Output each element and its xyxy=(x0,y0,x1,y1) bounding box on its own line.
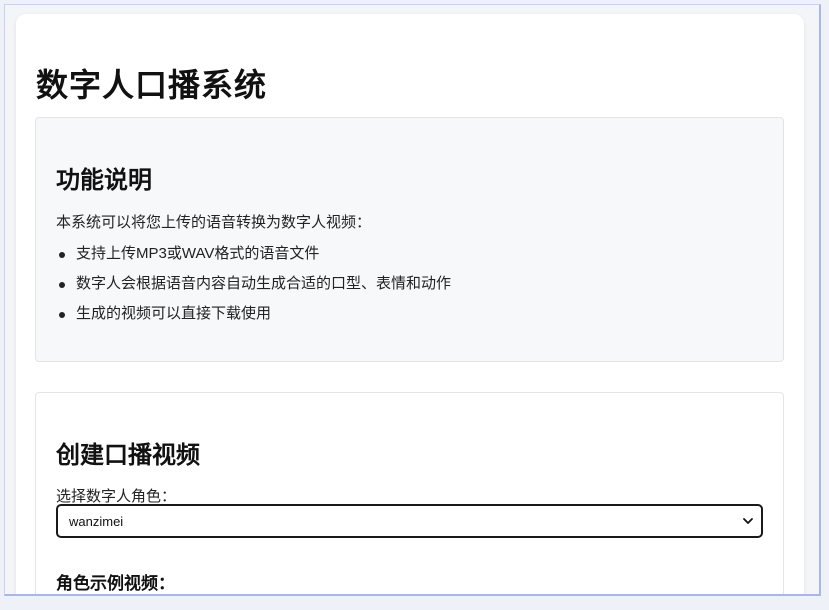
create-video-panel: 创建口播视频 选择数字人角色： wanzimei 角色示例视频： xyxy=(35,392,784,594)
page-title: 数字人口播系统 xyxy=(36,67,268,103)
role-select-value: wanzimei xyxy=(69,514,124,529)
feature-item: 数字人会根据语音内容自动生成合适的口型、表情和动作 xyxy=(56,274,451,304)
feature-item: 生成的视频可以直接下载使用 xyxy=(56,304,451,334)
create-title: 创建口播视频 xyxy=(56,442,200,469)
role-select-label: 选择数字人角色： xyxy=(56,488,177,505)
info-description: 本系统可以将您上传的语音转换为数字人视频： xyxy=(56,214,372,231)
role-select[interactable]: wanzimei xyxy=(56,504,763,538)
info-title: 功能说明 xyxy=(56,167,152,194)
feature-item: 支持上传MP3或WAV格式的语音文件 xyxy=(56,244,451,274)
browser-viewport: 数字人口播系统 功能说明 本系统可以将您上传的语音转换为数字人视频： 支持上传M… xyxy=(4,4,821,596)
chevron-down-icon xyxy=(743,518,753,524)
main-card: 数字人口播系统 功能说明 本系统可以将您上传的语音转换为数字人视频： 支持上传M… xyxy=(16,14,804,594)
feature-info-panel: 功能说明 本系统可以将您上传的语音转换为数字人视频： 支持上传MP3或WAV格式… xyxy=(35,117,784,362)
feature-list: 支持上传MP3或WAV格式的语音文件 数字人会根据语音内容自动生成合适的口型、表… xyxy=(56,244,451,334)
sample-video-label: 角色示例视频： xyxy=(56,574,175,593)
